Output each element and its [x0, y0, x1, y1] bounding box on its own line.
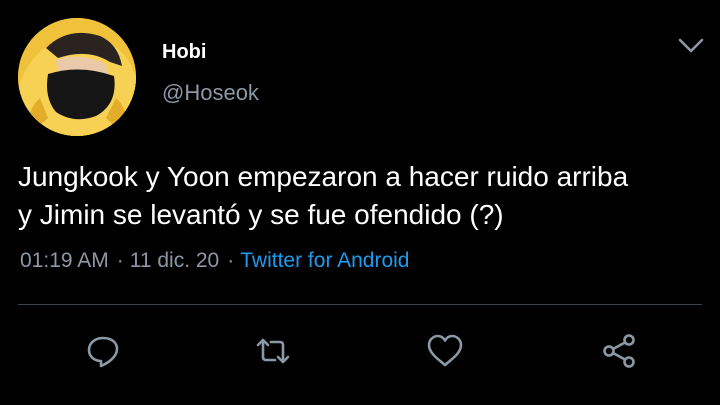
divider [18, 304, 702, 305]
chevron-down-icon[interactable] [676, 34, 706, 58]
retweet-button[interactable] [254, 332, 292, 370]
tweet-text: Jungkook y Yoon empezaron a hacer ruido … [18, 161, 629, 230]
reply-button[interactable] [84, 332, 122, 370]
tweet-date: 11 dic. 20 [129, 249, 220, 272]
tweet-client-link[interactable]: Twitter for Android [240, 249, 409, 272]
tweet-time: 01:19 AM [20, 249, 109, 272]
retweet-icon [256, 338, 290, 364]
meta-separator: · [227, 249, 235, 272]
meta-separator: · [116, 249, 124, 272]
avatar-image [18, 18, 136, 136]
author-display-name[interactable]: Hobi [162, 40, 206, 64]
like-button[interactable] [426, 332, 464, 370]
heart-icon [427, 334, 463, 367]
tweet-meta: 01:19 AM · 11 dic. 20 · Twitter for Android [20, 248, 410, 274]
share-button[interactable] [600, 332, 638, 370]
author-handle[interactable]: @Hoseok [162, 80, 259, 106]
share-icon [603, 334, 635, 368]
reply-icon [87, 336, 119, 368]
avatar[interactable] [18, 18, 136, 136]
